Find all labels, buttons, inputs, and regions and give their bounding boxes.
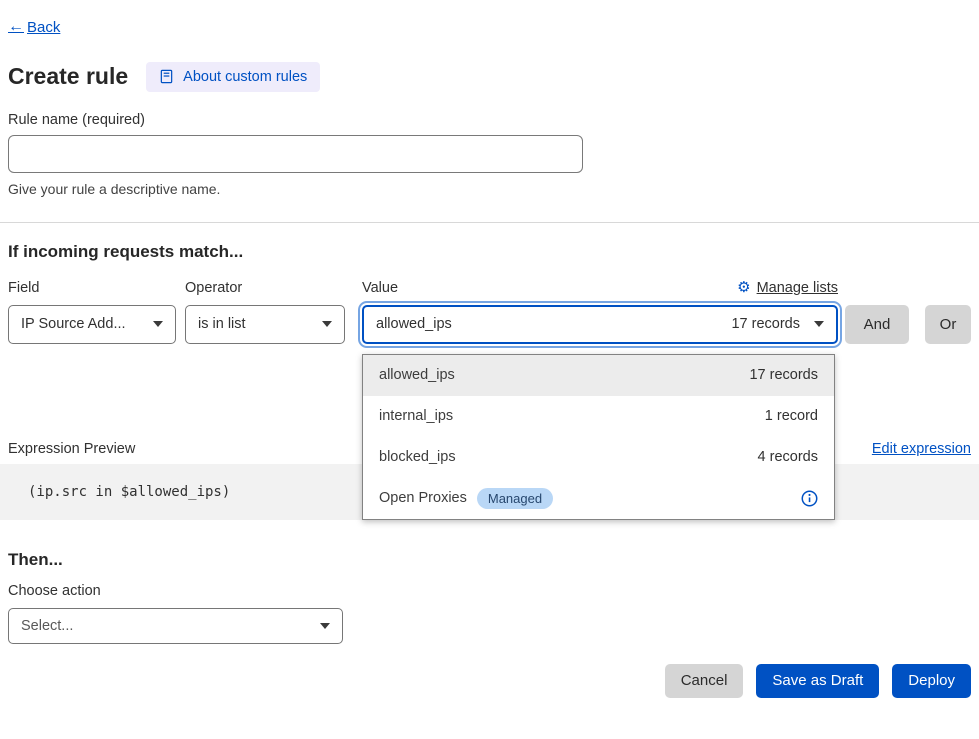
list-option-name: Open Proxies (379, 490, 467, 506)
rules-book-icon (159, 69, 174, 84)
list-option-allowed-ips[interactable]: allowed_ips 17 records (363, 355, 834, 396)
match-labels-row: Field Operator Value ⚙ Manage lists (0, 280, 979, 296)
rule-name-section: Rule name (required) Give your rule a de… (0, 112, 979, 197)
or-button[interactable]: Or (925, 305, 971, 344)
footer-actions: Cancel Save as Draft Deploy (0, 664, 979, 698)
chevron-down-icon (320, 623, 330, 629)
back-row: ← Back (0, 0, 979, 36)
value-select-value: allowed_ips (376, 316, 452, 332)
list-option-records: 17 records (749, 367, 818, 383)
create-rule-page: ← Back Create rule About custom rules Ru… (0, 0, 979, 698)
list-option-name: internal_ips (379, 408, 453, 424)
back-arrow-icon: ← (8, 19, 24, 35)
cancel-button[interactable]: Cancel (665, 664, 744, 698)
list-option-blocked-ips[interactable]: blocked_ips 4 records (363, 437, 834, 478)
rule-name-help: Give your rule a descriptive name. (8, 181, 971, 197)
list-option-records: 4 records (758, 449, 818, 465)
about-label: About custom rules (183, 69, 307, 85)
list-option-open-proxies[interactable]: Open Proxies Managed (363, 478, 834, 519)
section-divider (0, 222, 979, 223)
list-option-name: blocked_ips (379, 449, 456, 465)
save-draft-button[interactable]: Save as Draft (756, 664, 879, 698)
rule-name-input[interactable] (8, 135, 583, 173)
field-select-value: IP Source Add... (21, 316, 126, 332)
list-dropdown-menu: allowed_ips 17 records internal_ips 1 re… (362, 354, 835, 520)
action-select-placeholder: Select... (21, 618, 73, 634)
managed-badge: Managed (477, 488, 553, 509)
manage-lists-label: Manage lists (757, 280, 838, 296)
field-column-label: Field (8, 280, 185, 296)
chevron-down-icon (153, 321, 163, 327)
deploy-button[interactable]: Deploy (892, 664, 971, 698)
page-title: Create rule (8, 63, 128, 90)
operator-select-value: is in list (198, 316, 246, 332)
operator-column-label: Operator (185, 280, 362, 296)
title-row: Create rule About custom rules (0, 62, 979, 92)
choose-action-label: Choose action (0, 583, 979, 599)
back-label: Back (27, 19, 60, 36)
action-select[interactable]: Select... (8, 608, 343, 644)
match-controls-row: IP Source Add... is in list allowed_ips … (0, 305, 979, 344)
operator-select[interactable]: is in list (185, 305, 345, 344)
expression-preview-label: Expression Preview (8, 441, 135, 457)
chevron-down-icon (814, 321, 824, 327)
value-column-label: Value (362, 280, 398, 296)
list-option-records: 1 record (765, 408, 818, 424)
list-option-name: allowed_ips (379, 367, 455, 383)
expression-code: (ip.src in $allowed_ips) (28, 484, 230, 500)
edit-expression-link[interactable]: Edit expression (872, 441, 971, 457)
manage-lists-link[interactable]: ⚙ Manage lists (737, 280, 838, 296)
value-select-records: 17 records (731, 316, 800, 332)
match-heading: If incoming requests match... (0, 242, 979, 262)
value-select[interactable]: allowed_ips 17 records (362, 305, 838, 344)
list-option-internal-ips[interactable]: internal_ips 1 record (363, 396, 834, 437)
gear-icon: ⚙ (737, 280, 750, 295)
and-button[interactable]: And (845, 305, 909, 344)
info-icon[interactable] (801, 490, 818, 507)
back-link[interactable]: ← Back (8, 19, 60, 36)
about-custom-rules-link[interactable]: About custom rules (146, 62, 320, 92)
then-heading: Then... (0, 550, 979, 570)
chevron-down-icon (322, 321, 332, 327)
field-select[interactable]: IP Source Add... (8, 305, 176, 344)
rule-name-label: Rule name (required) (8, 112, 971, 128)
